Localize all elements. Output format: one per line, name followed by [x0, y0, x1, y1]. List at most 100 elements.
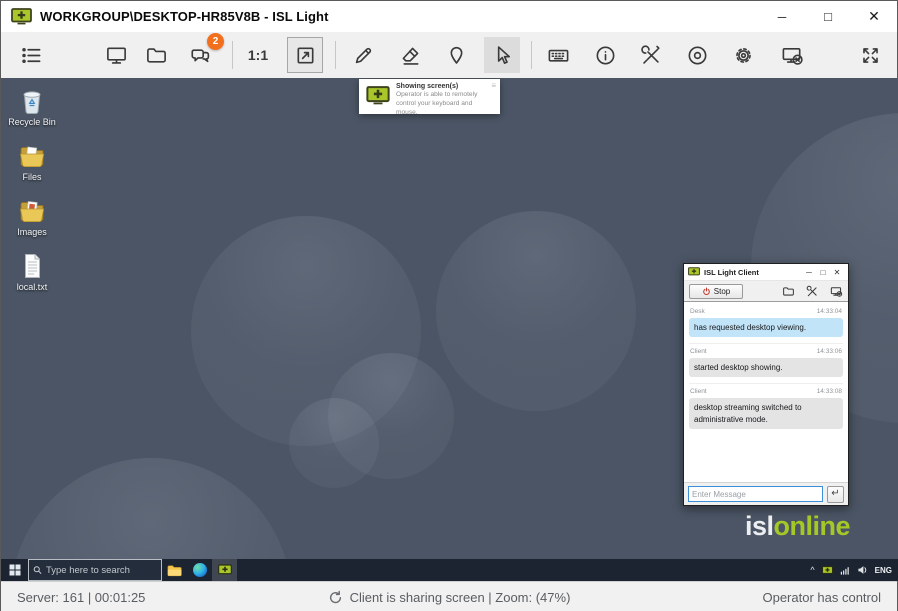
tray-language-indicator[interactable]: ENG	[875, 566, 892, 575]
session-info-button[interactable]	[587, 37, 623, 73]
client-toolbar: Stop	[684, 281, 848, 302]
file-transfer-button[interactable]	[138, 37, 174, 73]
tools-icon	[640, 44, 663, 67]
fit-screen-button[interactable]	[287, 37, 323, 73]
send-button[interactable]: ↵	[827, 486, 844, 503]
record-button[interactable]	[679, 37, 715, 73]
remote-taskbar: ^ ENG	[1, 559, 898, 581]
resize-box-icon	[294, 44, 317, 67]
chat-message: Client 14:33:08 desktop streaming switch…	[689, 383, 843, 428]
minimize-button[interactable]: ─	[759, 1, 805, 32]
start-button[interactable]	[1, 559, 28, 581]
message-sender: Desk	[690, 308, 705, 315]
taskbar-file-explorer[interactable]	[162, 559, 187, 581]
chat-unread-badge: 2	[207, 33, 224, 50]
message-input[interactable]	[688, 486, 823, 502]
message-sender: Client	[690, 348, 707, 355]
chat-input-row: ↵	[684, 482, 848, 505]
client-minimize-button[interactable]: ─	[802, 268, 816, 277]
isl-app-icon	[11, 8, 32, 25]
folder-icon	[145, 44, 168, 67]
monitor-icon	[105, 44, 128, 67]
tray-expand-icon[interactable]: ^	[810, 565, 814, 575]
taskbar-search-input[interactable]	[46, 565, 157, 576]
client-titlebar: ISL Light Client ─ □ ✕	[684, 264, 848, 281]
desktop-icon-images[interactable]: Images	[5, 196, 59, 238]
message-bubble: started desktop showing.	[689, 358, 843, 377]
keyboard-icon	[547, 44, 570, 67]
window-title: WORKGROUP\DESKTOP-HR85V8B - ISL Light	[40, 9, 329, 24]
control-status: Operator has control	[762, 590, 881, 605]
settings-button[interactable]	[725, 37, 761, 73]
message-time: 14:33:04	[817, 308, 842, 315]
desktop-icon-recycle-bin[interactable]: Recycle Bin	[5, 86, 59, 128]
taskbar-isl-client[interactable]	[212, 559, 237, 581]
menu-list-icon	[20, 44, 43, 67]
message-time: 14:33:06	[817, 348, 842, 355]
message-bubble: desktop streaming switched to administra…	[689, 398, 843, 428]
desktop-view-button[interactable]	[98, 37, 134, 73]
stop-label: Stop	[714, 287, 730, 296]
keyboard-button[interactable]	[540, 37, 576, 73]
isl-light-window: WORKGROUP\DESKTOP-HR85V8B - ISL Light ─ …	[0, 0, 898, 611]
laser-pointer-button[interactable]	[438, 37, 474, 73]
showing-screens-tooltip: Showing screen(s) Operator is able to re…	[359, 79, 500, 114]
window-titlebar: WORKGROUP\DESKTOP-HR85V8B - ISL Light ─ …	[1, 1, 897, 32]
session-menu-button[interactable]	[13, 37, 49, 73]
islonline-logo: islonline	[745, 511, 850, 542]
edge-icon	[193, 563, 207, 577]
search-icon	[33, 565, 42, 575]
tray-isl-icon[interactable]	[822, 566, 833, 575]
map-pin-icon	[445, 44, 468, 67]
gear-icon	[732, 44, 755, 67]
fullscreen-arrows-icon	[859, 44, 882, 67]
isl-monitor-icon	[366, 86, 390, 110]
recycle-bin-icon	[17, 86, 47, 116]
status-bar: Server: 161 | 00:01:25 Client is sharing…	[1, 581, 897, 611]
stop-button[interactable]: Stop	[689, 284, 743, 299]
tray-network-icon[interactable]	[840, 566, 850, 575]
cursor-arrow-icon	[491, 44, 514, 67]
isl-taskbar-icon	[218, 564, 232, 576]
admin-tools-button[interactable]	[633, 37, 669, 73]
client-desktop-settings-icon[interactable]	[830, 285, 843, 298]
maximize-button[interactable]: □	[805, 1, 851, 32]
draw-pencil-button[interactable]	[345, 37, 381, 73]
file-explorer-icon	[167, 564, 182, 577]
cursor-control-button[interactable]	[484, 37, 520, 73]
client-window-title: ISL Light Client	[704, 268, 802, 277]
info-icon	[594, 44, 617, 67]
chat-message: Desk 14:33:04 has requested desktop view…	[689, 304, 843, 337]
message-bubble: has requested desktop viewing.	[689, 318, 843, 337]
system-tray: ^ ENG	[810, 559, 898, 581]
chat-button[interactable]: 2	[182, 37, 218, 73]
desktop-icon-local-txt[interactable]: local.txt	[5, 251, 59, 293]
message-time: 14:33:08	[817, 388, 842, 395]
main-toolbar: 2 1:1	[1, 32, 897, 78]
disconnect-desktop-button[interactable]	[774, 37, 810, 73]
sharing-status-text: Client is sharing screen | Zoom: (47%)	[350, 590, 571, 605]
toolbar-separator	[531, 41, 532, 69]
zoom-1-1-button[interactable]: 1:1	[240, 37, 276, 73]
close-button[interactable]: ✕	[851, 1, 897, 32]
tooltip-menu-icon[interactable]: ≡	[491, 81, 496, 90]
client-close-button[interactable]: ✕	[830, 268, 844, 277]
pencil-icon	[352, 44, 375, 67]
isl-light-client-window: ISL Light Client ─ □ ✕ Stop	[683, 263, 849, 506]
fullscreen-button[interactable]	[852, 37, 888, 73]
tray-speaker-icon[interactable]	[857, 565, 868, 575]
eraser-button[interactable]	[392, 37, 428, 73]
client-tools-icon[interactable]	[806, 285, 819, 298]
background-circle	[289, 398, 379, 488]
taskbar-edge-browser[interactable]	[187, 559, 212, 581]
client-folder-icon[interactable]	[782, 285, 795, 298]
taskbar-search-box[interactable]	[28, 559, 162, 581]
toolbar-separator	[232, 41, 233, 69]
sync-icon	[328, 590, 343, 605]
chat-message-list[interactable]: Desk 14:33:04 has requested desktop view…	[684, 302, 848, 482]
client-maximize-button[interactable]: □	[816, 268, 830, 277]
message-sender: Client	[690, 388, 707, 395]
chat-message: Client 14:33:06 started desktop showing.	[689, 343, 843, 377]
desktop-icon-files[interactable]: Files	[5, 141, 59, 183]
remote-desktop-view[interactable]: Recycle Bin Files Images	[1, 78, 898, 581]
